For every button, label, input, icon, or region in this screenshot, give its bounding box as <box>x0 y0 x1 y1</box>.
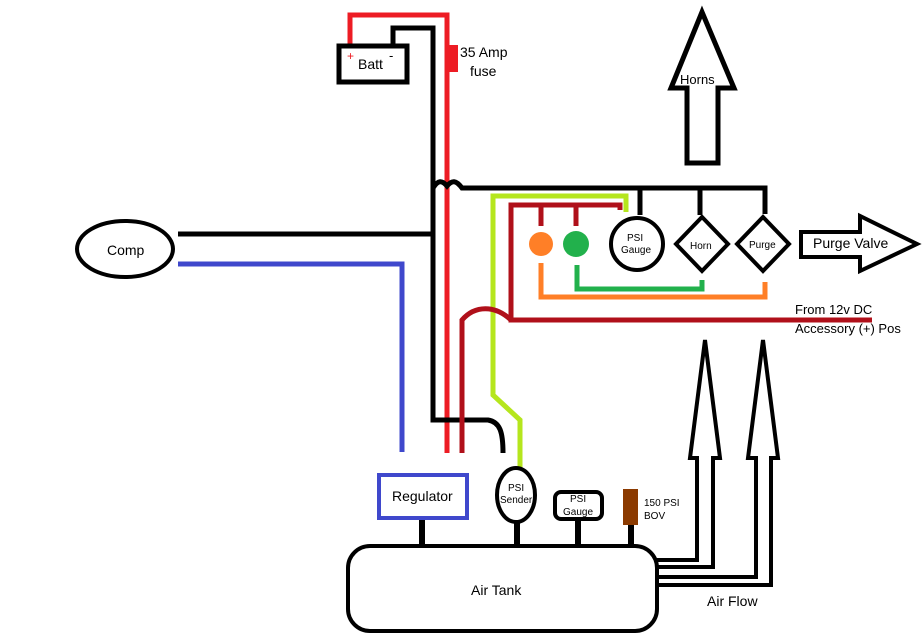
tank-stubs <box>419 519 634 546</box>
regulator-label: Regulator <box>392 488 453 504</box>
green-indicator-light <box>563 231 589 257</box>
fuse-label-line1: 35 Amp <box>460 44 508 60</box>
orange-indicator-light <box>529 232 553 256</box>
horns-label: Horns <box>680 72 715 87</box>
battery-label: Batt <box>358 56 383 72</box>
bov-label-1: 150 PSI <box>644 498 680 509</box>
air-flow-arrow-2 <box>656 339 781 587</box>
psi-gauge-tank-label-2: Gauge <box>563 507 593 518</box>
psi-gauge-dash-label-2: Gauge <box>621 245 651 256</box>
battery-minus: - <box>389 48 393 63</box>
psi-sender-label-1: PSI <box>508 483 524 494</box>
compressor-air-line <box>178 261 405 452</box>
air-flow-label: Air Flow <box>707 593 758 609</box>
psi-gauge-dash-label-1: PSI <box>627 233 643 244</box>
horn-switch-label: Horn <box>690 241 712 252</box>
air-flow-arrow-1 <box>656 339 723 569</box>
power-source-label-2: Accessory (+) Pos <box>795 321 901 336</box>
psi-gauge-dash <box>609 216 665 272</box>
battery-plus: + <box>347 49 354 63</box>
bov-label-2: BOV <box>644 511 665 522</box>
power-source-label-1: From 12v DC <box>795 302 872 317</box>
blow-off-valve <box>623 489 638 525</box>
purge-valve-label: Purge Valve <box>813 235 888 251</box>
purge-switch-label: Purge <box>749 240 776 251</box>
horns-arrow <box>667 5 738 166</box>
psi-sender-label-2: Sender <box>500 495 533 506</box>
compressor-label: Comp <box>107 242 145 258</box>
air-horn-wiring-diagram: 35 Amp fuse + - Batt Horns Comp PSI Gaug… <box>75 5 922 633</box>
air-tank-label: Air Tank <box>471 582 522 598</box>
psi-gauge-tank-label-1: PSI <box>570 494 586 505</box>
fuse-label-line2: fuse <box>470 63 497 79</box>
fuse <box>446 45 458 72</box>
